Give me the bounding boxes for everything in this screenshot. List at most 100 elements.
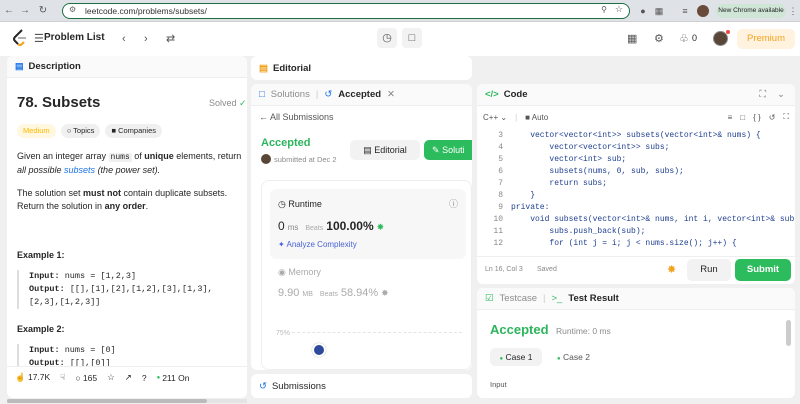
sparkle-icon[interactable]: ✸	[667, 263, 676, 276]
tab-testcase[interactable]: Testcase	[500, 293, 538, 304]
address-bar[interactable]: ⚙ leetcode.com/problems/subsets/ ⚲ ☆	[62, 3, 630, 19]
like-button[interactable]: ☝ 17.7K	[15, 372, 50, 383]
bookmark-icon[interactable]: □	[740, 113, 745, 122]
user-marker-avatar[interactable]	[312, 343, 326, 357]
reset-icon[interactable]: ↺	[769, 113, 776, 122]
horizontal-scrollbar[interactable]	[7, 399, 247, 403]
site-info-icon[interactable]: ⚙	[69, 5, 76, 14]
info-icon[interactable]: ⓘ	[449, 197, 458, 210]
terminal-icon: >_	[551, 293, 563, 304]
layout-icon[interactable]: ▦	[627, 32, 637, 46]
profile-avatar[interactable]	[697, 5, 709, 17]
scrollbar-thumb[interactable]	[7, 399, 207, 403]
share-icon[interactable]: ↗	[125, 372, 132, 383]
difficulty-badge: Medium	[17, 124, 56, 138]
run-button[interactable]: Run	[687, 259, 731, 281]
code-line: vector<vector<int>> subsets(vector<int>&…	[511, 131, 761, 140]
pass-dot-icon: ●	[499, 356, 504, 362]
timer-button[interactable]: ◷	[377, 28, 397, 48]
all-submissions-link[interactable]: ← All Submissions	[259, 112, 334, 122]
case1-tab[interactable]: ● Case 1	[490, 348, 542, 366]
code-editor[interactable]: 3 4 5 6 7 8 9 10 11 12 vector<vector<int>> subset…	[477, 126, 795, 250]
topics-tag[interactable]: ○ Topics	[60, 124, 101, 138]
scrollbar[interactable]	[786, 320, 791, 346]
topics-label: Topics	[73, 126, 95, 135]
tab-accepted[interactable]: Accepted	[338, 89, 381, 100]
auto-mode[interactable]: ■ Auto	[525, 113, 548, 122]
result-runtime: Runtime: 0 ms	[556, 326, 611, 336]
puzzle-icon[interactable]: ▦	[652, 4, 666, 18]
settings-icon[interactable]: ⚙	[654, 32, 664, 46]
shuffle-icon[interactable]: ⇄	[166, 32, 175, 46]
companies-tag[interactable]: ■ Companies	[105, 124, 162, 138]
list-icon[interactable]: ☰	[34, 32, 44, 46]
code-line: }	[511, 191, 536, 200]
problem-constraint: The solution set must not contain duplic…	[17, 187, 245, 213]
subsets-link[interactable]: subsets	[64, 165, 95, 175]
prev-problem-icon[interactable]: ‹	[122, 32, 126, 46]
media-icon[interactable]: ≡	[678, 4, 692, 18]
description-footer: ☝ 17.7K ☟ ○ 165 ☆ ↗ ? ● 211 On	[7, 366, 247, 388]
collapse-icon[interactable]: ⌄	[777, 89, 785, 100]
runtime-card[interactable]: ◷ Runtime ⓘ 0 ms Beats 100.00% ✸ ✦ Analy…	[270, 189, 466, 259]
braces-icon[interactable]: { }	[753, 113, 761, 122]
fullscreen-icon[interactable]: ⛶	[783, 112, 789, 122]
editorial-button[interactable]: ▤ Editorial	[350, 140, 420, 160]
leetcode-logo-icon[interactable]	[12, 29, 28, 47]
format-icon[interactable]: ≡	[728, 113, 733, 122]
problem-tags: Medium ○ Topics ■ Companies	[17, 124, 162, 138]
statement-text: Return the solution in	[17, 201, 105, 211]
line-number: 5	[498, 155, 503, 164]
tab-test-result[interactable]: Test Result	[568, 293, 619, 304]
tab-submissions[interactable]: Submissions	[272, 381, 326, 392]
bookmark-star-icon[interactable]: ☆	[615, 4, 623, 15]
code-footer: Ln 16, Col 3 Saved ✸ Run Submit	[477, 256, 795, 284]
input-label: Input:	[29, 271, 60, 281]
history-icon: ↺	[259, 380, 267, 392]
submit-button[interactable]: Submit	[735, 259, 791, 281]
new-chrome-button[interactable]: New Chrome available	[716, 4, 786, 18]
solution-button[interactable]: ✎ Soluti	[424, 140, 472, 160]
tab-solutions[interactable]: Solutions	[271, 89, 310, 100]
code-header: </> Code ⛶ ⌄	[477, 84, 795, 106]
favorite-star-icon[interactable]: ☆	[107, 372, 115, 383]
zoom-icon[interactable]: ⚲	[601, 5, 607, 14]
case1-label: Case 1	[505, 352, 533, 362]
test-result-panel: ☑ Testcase | >_ Test Result Accepted Run…	[477, 288, 795, 398]
menu-dots-icon[interactable]: ⋮	[786, 4, 800, 18]
close-tab-icon[interactable]: ✕	[387, 89, 395, 100]
runtime-header: ◷ Runtime	[278, 199, 322, 210]
description-icon: ▤	[15, 61, 24, 71]
statement-italic: all possible	[17, 165, 65, 175]
expand-icon[interactable]: ⛶	[759, 89, 766, 100]
output-value: [[],[0]]	[64, 358, 111, 366]
tab-code[interactable]: Code	[504, 89, 528, 100]
analyze-complexity-button[interactable]: ✦ Analyze Complexity	[278, 240, 357, 249]
premium-button[interactable]: Premium	[737, 29, 795, 49]
note-icon: □	[408, 32, 416, 44]
extension-icon[interactable]: ●	[636, 4, 650, 18]
code-lines: vector<vector<int>> subsets(vector<int>&…	[511, 130, 795, 250]
runtime-value: 0	[278, 219, 285, 233]
tab-editorial[interactable]: Editorial	[273, 63, 311, 74]
line-number: 11	[493, 227, 503, 236]
back-arrow-icon[interactable]: ←	[2, 0, 16, 22]
user-avatar	[261, 154, 271, 164]
result-status: Accepted	[490, 322, 549, 337]
tab-description[interactable]: Description	[29, 61, 81, 72]
reload-icon[interactable]: ↻	[36, 0, 50, 22]
memory-header[interactable]: ◉ Memory	[278, 267, 321, 278]
forward-arrow-icon[interactable]: →	[18, 0, 32, 22]
help-icon[interactable]: ?	[142, 373, 147, 383]
case2-tab[interactable]: ● Case 2	[557, 348, 590, 366]
statement-text: The solution set	[17, 188, 84, 198]
statement-text: .	[145, 201, 149, 211]
notes-button[interactable]: □	[402, 28, 422, 48]
dislike-icon[interactable]: ☟	[60, 372, 65, 383]
comments-button[interactable]: ○ 165	[75, 373, 97, 383]
next-problem-icon[interactable]: ›	[144, 32, 148, 46]
beats-label: Beats	[305, 225, 324, 232]
language-select[interactable]: C++ ⌄	[483, 113, 507, 122]
problem-list-link[interactable]: Problem List	[44, 32, 105, 43]
streak-fire-icon[interactable]: ♧	[679, 32, 689, 46]
